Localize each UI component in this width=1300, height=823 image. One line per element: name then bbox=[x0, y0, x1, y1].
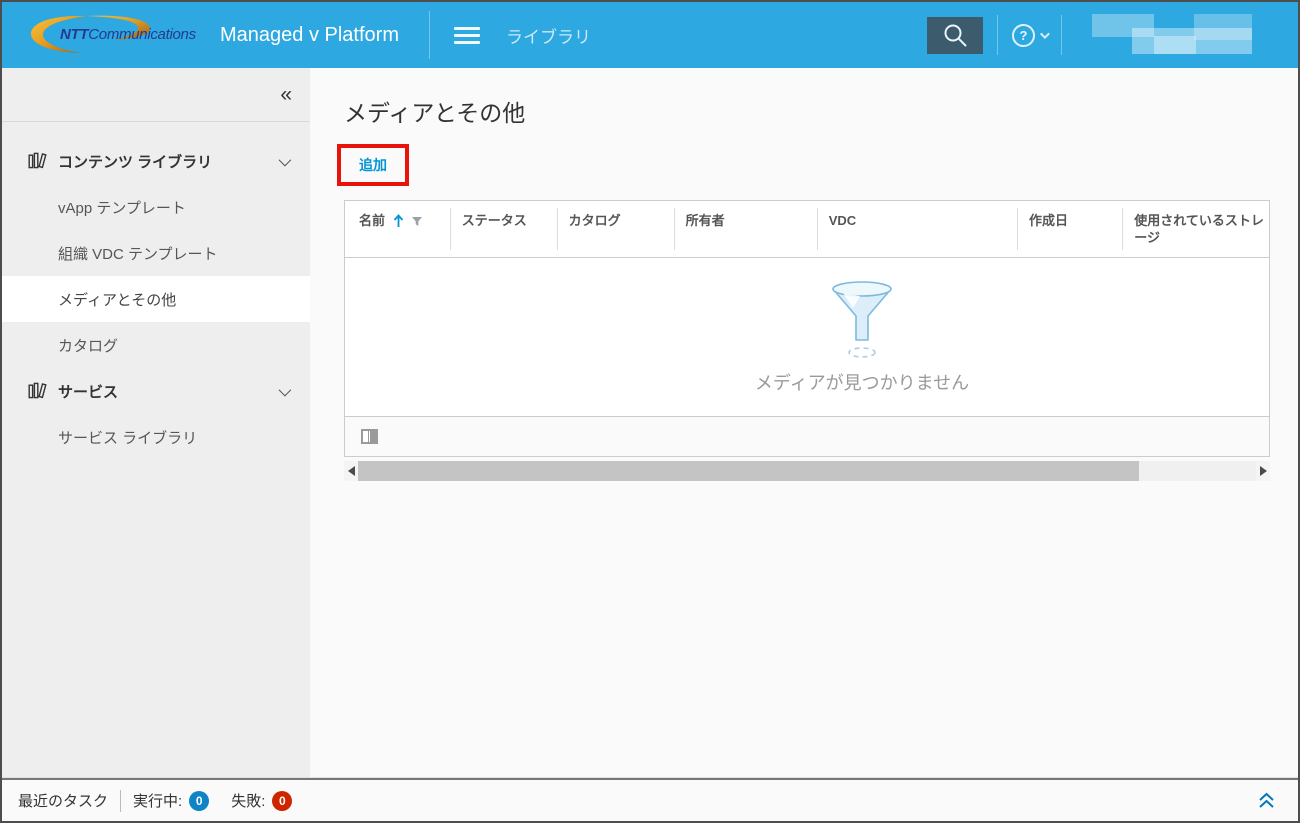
sort-ascending-icon[interactable] bbox=[393, 214, 404, 228]
horizontal-scrollbar[interactable] bbox=[344, 461, 1270, 481]
sidebar-item-label: サービス ライブラリ bbox=[58, 429, 198, 447]
sidebar-header: « bbox=[2, 68, 310, 122]
column-header-created[interactable]: 作成日 bbox=[1017, 201, 1122, 257]
chevron-down-icon bbox=[278, 153, 292, 166]
sidebar-nav: コンテンツ ライブラリ vApp テンプレート 組織 VDC テンプレート メデ… bbox=[2, 122, 310, 460]
double-chevron-up-icon bbox=[1259, 792, 1274, 808]
content-area: « コンテンツ ライブラリ vApp テンプレート 組織 VDC テンプレート … bbox=[2, 68, 1298, 778]
sidebar: « コンテンツ ライブラリ vApp テンプレート 組織 VDC テンプレート … bbox=[2, 68, 310, 777]
failed-tasks: 失敗: 0 bbox=[231, 790, 293, 811]
failed-count-badge: 0 bbox=[272, 790, 293, 811]
chevron-down-icon bbox=[278, 383, 292, 396]
sidebar-item-service-library[interactable]: サービス ライブラリ bbox=[2, 414, 310, 460]
sidebar-item-label: vApp テンプレート bbox=[58, 199, 186, 217]
annotation-highlight-box: 追加 bbox=[337, 144, 409, 186]
logo-text: NTTCommunications bbox=[60, 26, 196, 43]
header-divider bbox=[428, 11, 430, 59]
media-grid: 名前 ステータス カタログ 所有者 VDC 作成日 使用されているストレージ メ… bbox=[344, 200, 1270, 457]
sidebar-item-services[interactable]: サービス bbox=[2, 368, 310, 414]
sidebar-item-label: サービス bbox=[58, 383, 119, 401]
header-right: ? bbox=[927, 14, 1252, 56]
empty-message: メディアが見つかりません bbox=[754, 373, 970, 393]
column-header-status[interactable]: ステータス bbox=[449, 201, 557, 257]
library-icon bbox=[28, 152, 48, 170]
grid-header-row: 名前 ステータス カタログ 所有者 VDC 作成日 使用されているストレージ bbox=[345, 201, 1269, 258]
recent-tasks-label[interactable]: 最近のタスク bbox=[18, 790, 108, 811]
help-icon: ? bbox=[1012, 23, 1035, 47]
grid-footer bbox=[345, 416, 1269, 456]
running-label: 実行中: bbox=[133, 793, 183, 810]
column-picker-icon[interactable] bbox=[361, 429, 378, 444]
sidebar-item-org-vdc-templates[interactable]: 組織 VDC テンプレート bbox=[2, 230, 310, 276]
scrollbar-thumb[interactable] bbox=[358, 461, 1140, 481]
empty-funnel-icon bbox=[832, 281, 892, 358]
scrollbar-track[interactable] bbox=[358, 461, 1256, 481]
failed-label: 失敗: bbox=[231, 793, 266, 810]
recent-tasks-bar: 最近のタスク 実行中: 0 失敗: 0 bbox=[2, 778, 1298, 821]
filter-icon[interactable] bbox=[411, 216, 423, 227]
search-icon bbox=[944, 24, 966, 46]
taskbar-divider bbox=[120, 789, 122, 812]
sidebar-item-label: メディアとその他 bbox=[58, 291, 177, 309]
empty-state: メディアが見つかりません bbox=[400, 258, 1298, 416]
help-button[interactable]: ? bbox=[1012, 23, 1050, 47]
expand-tasks-button[interactable] bbox=[1257, 792, 1282, 809]
header-divider bbox=[1061, 15, 1062, 55]
menu-icon[interactable] bbox=[453, 26, 480, 44]
sidebar-item-content-library[interactable]: コンテンツ ライブラリ bbox=[2, 138, 310, 184]
scroll-right-arrow[interactable] bbox=[1256, 461, 1270, 481]
running-count-badge: 0 bbox=[189, 790, 210, 811]
tab-library[interactable]: ライブラリ bbox=[506, 23, 591, 48]
chevron-down-icon bbox=[1039, 28, 1050, 39]
page-title: メディアとその他 bbox=[344, 100, 526, 126]
app-title: Managed v Platform bbox=[220, 23, 399, 46]
sidebar-item-label: コンテンツ ライブラリ bbox=[58, 153, 213, 171]
running-tasks: 実行中: 0 bbox=[133, 790, 210, 811]
sidebar-item-media-and-other[interactable]: メディアとその他 bbox=[2, 276, 310, 322]
library-icon bbox=[28, 382, 48, 400]
sidebar-item-vapp-templates[interactable]: vApp テンプレート bbox=[2, 184, 310, 230]
redacted-username[interactable] bbox=[1092, 14, 1252, 56]
column-header-name[interactable]: 名前 bbox=[345, 201, 450, 257]
column-header-vdc[interactable]: VDC bbox=[816, 201, 1017, 257]
sidebar-item-catalogs[interactable]: カタログ bbox=[2, 322, 310, 368]
ntt-communications-logo: NTTCommunications bbox=[26, 13, 206, 57]
search-button[interactable] bbox=[927, 16, 983, 54]
app-header: NTTCommunications Managed v Platform ライブ… bbox=[2, 2, 1298, 68]
sidebar-item-label: カタログ bbox=[58, 337, 119, 355]
header-divider bbox=[997, 15, 998, 55]
column-header-owner[interactable]: 所有者 bbox=[673, 201, 817, 257]
scroll-left-arrow[interactable] bbox=[344, 461, 358, 481]
column-header-storage-used[interactable]: 使用されているストレージ bbox=[1122, 201, 1269, 257]
add-button[interactable]: 追加 bbox=[359, 157, 387, 173]
collapse-sidebar-icon[interactable]: « bbox=[280, 84, 292, 105]
main-panel: メディアとその他 追加 名前 ステータス カタログ 所有者 VDC 作成日 使用… bbox=[310, 68, 1298, 777]
column-header-catalog[interactable]: カタログ bbox=[556, 201, 674, 257]
app-window: NTTCommunications Managed v Platform ライブ… bbox=[0, 0, 1300, 823]
sidebar-item-label: 組織 VDC テンプレート bbox=[58, 245, 218, 263]
